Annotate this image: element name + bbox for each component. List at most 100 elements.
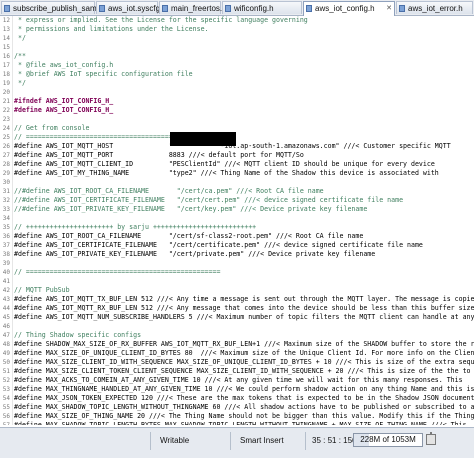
- code-line: #define MAX_SIZE_OF_THING_NAME 20 ///< T…: [14, 412, 474, 420]
- code-line: #define MAX_JSON_TOKEN_EXPECTED 120 ///<…: [14, 394, 474, 402]
- line-number: 30: [2, 179, 10, 186]
- c-file-icon: [162, 5, 168, 12]
- code-line: */: [14, 34, 26, 42]
- line-number: 19: [2, 80, 10, 87]
- code-editor[interactable]: 12 * express or implied. See the License…: [0, 16, 474, 425]
- code-line: #define MAX_SHADOW_TOPIC_LENGTH_WITHOUT_…: [14, 403, 474, 411]
- code-line: * @brief AWS IoT specific configuration …: [14, 70, 193, 78]
- code-line: //#define AWS_IOT_PRIVATE_KEY_FILENAME "…: [14, 205, 368, 213]
- code-line: #define AWS_IOT_PRIVATE_KEY_FILENAME "/c…: [14, 250, 376, 258]
- line-number: 40: [2, 269, 10, 276]
- code-line: // Thing Shadow specific configs: [14, 331, 142, 339]
- line-number: 16: [2, 53, 10, 60]
- code-line: #define AWS_IOT_CONFIG_H_: [14, 106, 114, 114]
- tab-main-freertos[interactable]: main_freertos.c: [159, 1, 226, 14]
- line-number: 18: [2, 71, 10, 78]
- editor-tab-bar: subscribe_publish_sample.c aws_iot.syscf…: [0, 0, 474, 16]
- line-number: 34: [2, 215, 10, 222]
- line-number: 35: [2, 224, 10, 231]
- tab-label: aws_iot.syscfg: [108, 4, 161, 13]
- code-line: * permissions and limitations under the …: [14, 25, 209, 33]
- tab-wificonfig[interactable]: wificonfig.h: [222, 1, 302, 14]
- code-line: #ifndef AWS_IOT_CONFIG_H_: [14, 97, 114, 105]
- line-number: 42: [2, 287, 10, 294]
- tab-subscribe-publish-sample[interactable]: subscribe_publish_sample.c: [1, 1, 114, 14]
- code-line: #define MAX_THINGNAME_HANDLED_AT_ANY_GIV…: [14, 385, 474, 393]
- line-number: 28: [2, 161, 10, 168]
- line-number: 49: [2, 350, 10, 357]
- line-number: 23: [2, 116, 10, 123]
- code-line: #define AWS_IOT_MQTT_CLIENT_ID "PESClien…: [14, 160, 435, 168]
- line-number: 57: [0, 421, 10, 425]
- line-number: 41: [2, 278, 10, 285]
- code-line: #define MAX_SHADOW_TOPIC_LENGTH_BYTES MA…: [14, 421, 467, 425]
- line-number: 32: [2, 197, 10, 204]
- line-number: 53: [2, 386, 10, 393]
- line-number: 20: [2, 89, 10, 96]
- tab-label: main_freertos.c: [171, 4, 227, 13]
- line-number: 14: [2, 35, 10, 42]
- code-line: // =====================================…: [14, 268, 221, 276]
- line-number: 52: [2, 377, 10, 384]
- line-number: 50: [2, 359, 10, 366]
- line-number: 39: [2, 260, 10, 267]
- line-number: 29: [2, 170, 10, 177]
- line-number: 44: [2, 305, 10, 312]
- line-number: 47: [2, 332, 10, 339]
- line-number: 17: [2, 62, 10, 69]
- status-divider: [230, 432, 231, 450]
- status-divider: [150, 432, 151, 450]
- heap-status[interactable]: 228M of 1053M: [353, 433, 423, 447]
- line-number: 13: [2, 26, 10, 33]
- c-file-icon: [4, 5, 10, 12]
- line-number: 22: [2, 107, 10, 114]
- heap-status-text: 228M of 1053M: [360, 435, 416, 444]
- line-number: 36: [2, 233, 10, 240]
- tab-aws-iot-syscfg[interactable]: aws_iot.syscfg: [96, 1, 161, 14]
- code-line: // ++++++++++++++++++++++ by sarju +++++…: [14, 223, 257, 231]
- code-line: #define AWS_IOT_CERTIFICATE_FILENAME "/c…: [14, 241, 423, 249]
- line-number: 24: [2, 125, 10, 132]
- tab-label: wificonfig.h: [234, 4, 274, 13]
- code-line: #define SHADOW_MAX_SIZE_OF_RX_BUFFER AWS…: [14, 340, 474, 348]
- line-number: 43: [2, 296, 10, 303]
- insert-mode-status: Smart Insert: [240, 436, 284, 445]
- line-number: 54: [2, 395, 10, 402]
- line-number: 33: [2, 206, 10, 213]
- code-line: #define MAX_SIZE_CLIENT_ID_WITH_SEQUENCE…: [14, 358, 474, 366]
- code-line: #define AWS_IOT_MQTT_NUM_SUBSCRIBE_HANDL…: [14, 313, 474, 321]
- code-line: */: [14, 79, 26, 87]
- line-number: 25: [2, 134, 10, 141]
- line-number: 21: [2, 98, 10, 105]
- line-number: 27: [2, 152, 10, 159]
- line-number: 15: [2, 44, 10, 51]
- code-line: #define AWS_IOT_MQTT_PORT 8883 ///< defa…: [14, 151, 304, 159]
- line-number: 12: [2, 17, 10, 24]
- line-number: 48: [2, 341, 10, 348]
- code-line: #define AWS_IOT_MQTT_TX_BUF_LEN 512 ///<…: [14, 295, 474, 303]
- code-line: /**: [14, 52, 26, 60]
- close-tab-icon[interactable]: ✕: [386, 2, 392, 15]
- garbage-collect-icon[interactable]: [426, 432, 436, 445]
- tab-aws-iot-config[interactable]: aws_iot_config.h ✕: [303, 1, 395, 16]
- line-number: 38: [2, 251, 10, 258]
- tab-aws-iot-error[interactable]: aws_iot_error.h: [396, 1, 473, 14]
- code-line: // Get from console: [14, 124, 90, 132]
- code-line: #define AWS_IOT_MQTT_RX_BUF_LEN 512 ///<…: [14, 304, 474, 312]
- code-line: * express or implied. See the License fo…: [14, 16, 308, 24]
- line-number: 51: [2, 368, 10, 375]
- status-bar: Writable Smart Insert 35 : 51 : 1563 228…: [0, 427, 474, 458]
- tab-label: aws_iot_config.h: [315, 4, 375, 13]
- syscfg-file-icon: [99, 5, 105, 12]
- h-file-icon: [225, 5, 231, 12]
- redaction-box: [170, 132, 236, 146]
- code-line: #define AWS_IOT_MY_THING_NAME "type2" //…: [14, 169, 439, 177]
- writable-status: Writable: [160, 436, 190, 445]
- line-number: 26: [2, 143, 10, 150]
- line-number: 55: [2, 404, 10, 411]
- line-number: 46: [2, 323, 10, 330]
- line-number: 45: [2, 314, 10, 321]
- code-line: #define MAX_SIZE_OF_UNIQUE_CLIENT_ID_BYT…: [14, 349, 474, 357]
- code-line: * @file aws_iot_config.h: [14, 61, 114, 69]
- code-line: //#define AWS_IOT_CERTIFICATE_FILENAME "…: [14, 196, 404, 204]
